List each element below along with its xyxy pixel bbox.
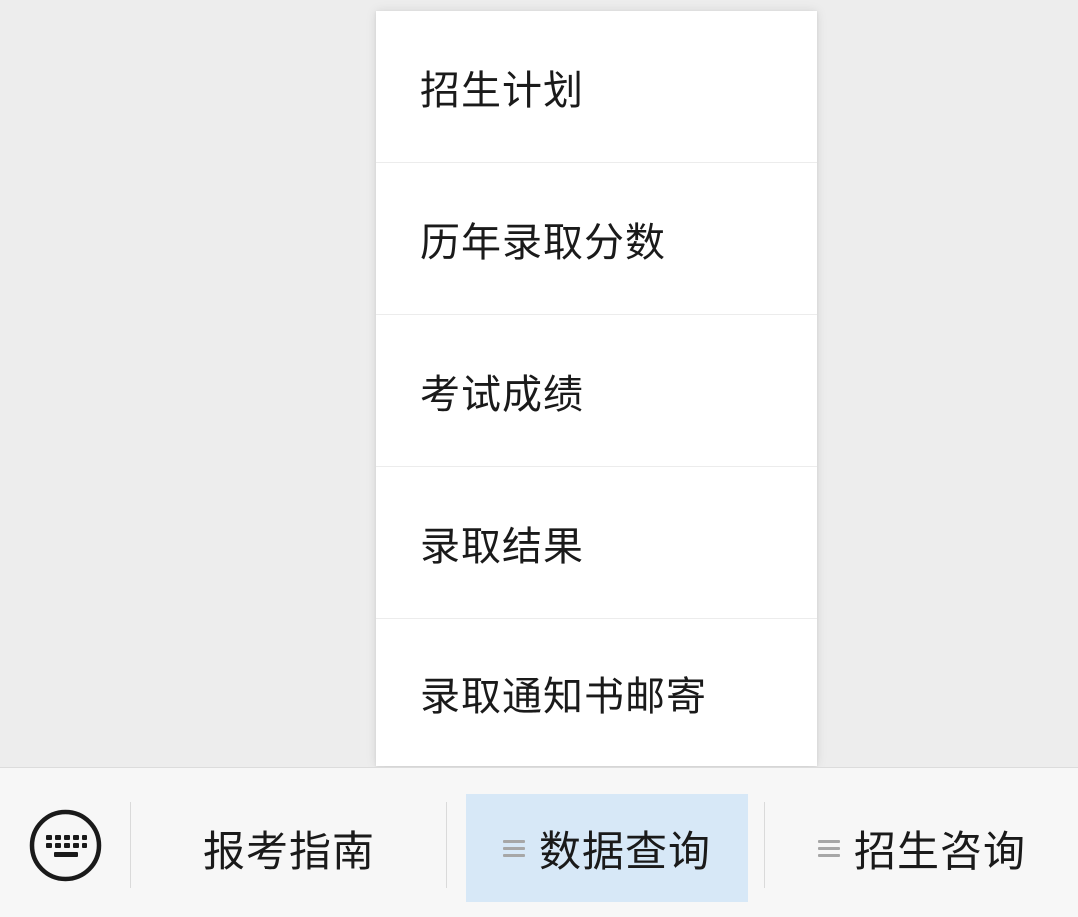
bar-divider xyxy=(764,802,765,888)
menu-item-exam-results[interactable]: 考试成绩 xyxy=(376,315,817,467)
tab-label: 数据查询 xyxy=(538,826,711,876)
submenu-popup: 招生计划 历年录取分数 考试成绩 录取结果 录取通知书邮寄 xyxy=(376,11,817,766)
tab-admission-consult[interactable]: 招生咨询 xyxy=(766,794,1078,902)
bottom-menu-bar: 报考指南 数据查询 招生咨询 xyxy=(0,767,1078,917)
menu-item-admission-letter-mail[interactable]: 录取通知书邮寄 xyxy=(376,619,817,766)
menu-icon xyxy=(502,838,525,858)
tab-label: 报考指南 xyxy=(202,826,375,876)
keyboard-icon[interactable] xyxy=(29,809,102,882)
menu-item-admission-results[interactable]: 录取结果 xyxy=(376,467,817,619)
tab-label: 招生咨询 xyxy=(853,826,1026,876)
menu-item-enrollment-plan[interactable]: 招生计划 xyxy=(376,11,817,163)
menu-icon xyxy=(817,838,840,858)
bar-divider xyxy=(446,802,447,888)
bar-divider xyxy=(130,802,131,888)
menu-item-historical-scores[interactable]: 历年录取分数 xyxy=(376,163,817,315)
tab-application-guide[interactable]: 报考指南 xyxy=(133,794,445,902)
tab-data-query[interactable]: 数据查询 xyxy=(466,794,748,902)
